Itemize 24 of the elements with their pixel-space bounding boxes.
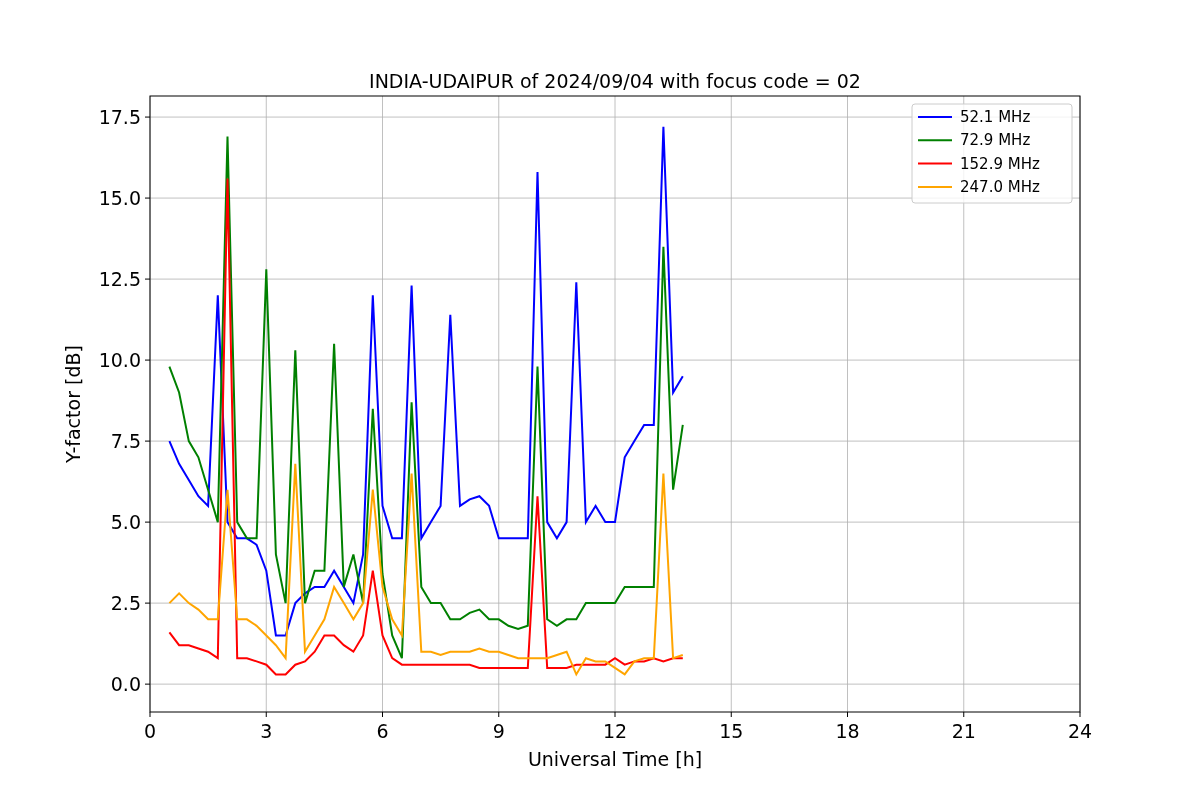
x-tick-label: 12 (602, 720, 628, 742)
chart-title: INDIA-UDAIPUR of 2024/09/04 with focus code = 02 (369, 70, 861, 92)
legend-label: 72.9 MHz (960, 131, 1031, 150)
x-tick-label: 18 (835, 720, 860, 742)
x-tick-label: 3 (260, 720, 273, 742)
y-tick-label: 0.0 (110, 673, 141, 696)
x-tick-label: 15 (719, 720, 744, 742)
y-tick-label: 5.0 (110, 511, 141, 534)
legend-label: 247.0 MHz (960, 177, 1040, 196)
y-tick-label: 10.0 (98, 349, 141, 372)
legend-label: 52.1 MHz (960, 108, 1031, 126)
x-tick-label: 24 (1067, 720, 1093, 742)
x-tick-label: 9 (492, 720, 505, 742)
x-axis-label: Universal Time [h] (527, 748, 703, 770)
y-axis-label: Y-factor [dB] (62, 345, 84, 463)
x-tick-label: 21 (951, 720, 976, 742)
legend-label: 152.9 MHz (960, 154, 1040, 173)
y-tick-label: 17.5 (98, 106, 141, 129)
y-tick-label: 12.5 (98, 268, 141, 291)
x-tick-label: 6 (376, 720, 389, 742)
y-tick-label: 15.0 (98, 187, 141, 210)
y-tick-label: 7.5 (110, 430, 141, 453)
x-tick-label: 0 (143, 720, 157, 742)
y-tick-label: 2.5 (110, 592, 141, 615)
